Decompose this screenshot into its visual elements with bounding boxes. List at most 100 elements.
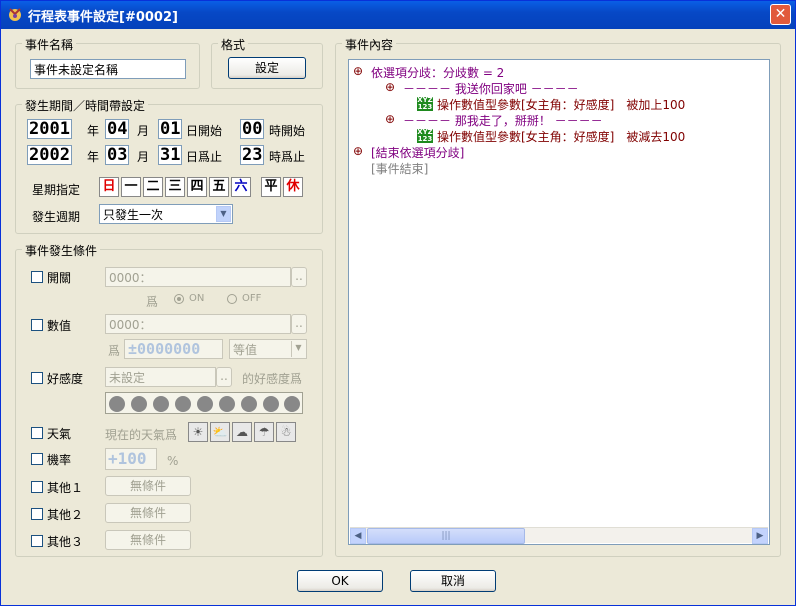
switch-on-label: ON (189, 293, 205, 304)
list-item[interactable]: 操作數值型參數[女主角：好感度] 被減去100 (437, 128, 685, 145)
affection-level-5-icon (197, 396, 213, 412)
app-icon (7, 6, 24, 23)
affection-level-8-icon (263, 396, 279, 412)
start-hour-field[interactable]: 00 (240, 119, 265, 139)
rain-umbrella-icon[interactable]: ☂ (254, 422, 274, 442)
start-hour-unit: 時開始 (269, 124, 306, 138)
probability-field[interactable]: +100 (105, 448, 157, 470)
switch-is-label: 爲 (146, 295, 159, 309)
switch-label: 開關 (47, 271, 72, 285)
format-group: 格式 設定 (211, 36, 323, 89)
start-month-unit: 月 (137, 124, 150, 138)
cycle-select[interactable]: 只發生一次 ▼ (99, 204, 233, 224)
chevron-down-icon[interactable]: ▼ (291, 341, 305, 357)
probability-checkbox[interactable] (31, 453, 43, 465)
weekday-thu[interactable]: 四 (187, 177, 207, 197)
weekday-sat[interactable]: 六 (231, 177, 251, 197)
snow-icon[interactable]: ☃ (276, 422, 296, 442)
list-item[interactable]: －－－－ 那我走了，掰掰！ －－－－ (403, 112, 603, 129)
other2-checkbox[interactable] (31, 508, 43, 520)
scroll-right-icon[interactable]: ▶ (752, 528, 768, 544)
horizontal-scrollbar[interactable]: ◀ ||| ▶ (350, 527, 768, 544)
format-settings-button[interactable]: 設定 (228, 57, 306, 79)
sunny-icon[interactable]: ☀ (188, 422, 208, 442)
other3-checkbox[interactable] (31, 535, 43, 547)
affection-browse-button[interactable]: .. (216, 367, 232, 387)
weekday-wed[interactable]: 三 (165, 177, 185, 197)
number-checkbox[interactable] (31, 319, 43, 331)
scroll-thumb[interactable]: ||| (367, 528, 525, 544)
ok-button[interactable]: OK (297, 570, 383, 592)
other3-button[interactable]: 無條件 (105, 530, 191, 550)
affection-level-1-icon (109, 396, 125, 412)
number-label: 數值 (47, 319, 72, 333)
list-item[interactable]: [事件結束] (371, 160, 428, 177)
end-year-field[interactable]: 2002 (27, 145, 72, 165)
weekday-fri[interactable]: 五 (209, 177, 229, 197)
cycle-select-value: 只發生一次 (103, 208, 164, 222)
conditions-group: 事件發生條件 開關 0000： .. 爲 ON OFF 數值 0000： .. … (15, 242, 323, 557)
switch-off-label: OFF (242, 293, 262, 304)
switch-on-radio[interactable] (174, 294, 184, 304)
weekday-mon[interactable]: 一 (121, 177, 141, 197)
chevron-down-icon[interactable]: ▼ (216, 206, 231, 222)
number-value-field[interactable]: 0000： (105, 314, 291, 334)
weekday-workday[interactable]: 平 (261, 177, 281, 197)
partly-cloudy-icon[interactable]: ⛅ (210, 422, 230, 442)
switch-browse-button[interactable]: .. (291, 267, 307, 287)
start-day-field[interactable]: 01 (158, 119, 183, 139)
affection-level-bar[interactable] (105, 392, 303, 414)
weekday-tue[interactable]: 二 (143, 177, 163, 197)
list-item[interactable]: [結束依選項分歧] (371, 144, 464, 161)
probability-label: 機率 (47, 453, 72, 467)
number-is-label: 爲 (108, 344, 121, 358)
end-month-unit: 月 (137, 150, 150, 164)
event-name-group: 事件名稱 事件未設定名稱 (15, 36, 200, 89)
switch-off-radio[interactable] (227, 294, 237, 304)
start-year-field[interactable]: 2001 (27, 119, 72, 139)
weekday-selector: 日 一 二 三 四 五 六 平 休 (99, 177, 319, 199)
cancel-button[interactable]: 取消 (410, 570, 496, 592)
other1-checkbox[interactable] (31, 481, 43, 493)
start-month-field[interactable]: 04 (105, 119, 130, 139)
probability-unit: % (167, 454, 179, 468)
branch-node-icon: ⊕ (385, 112, 396, 126)
affection-level-3-icon (153, 396, 169, 412)
other2-button[interactable]: 無條件 (105, 503, 191, 523)
cloudy-icon[interactable]: ☁ (232, 422, 252, 442)
list-item[interactable]: －－－－ 我送你回家吧 －－－－ (403, 80, 579, 97)
title-bar[interactable]: 行程表事件設定[#0002] ✕ (1, 1, 795, 29)
weekday-sun[interactable]: 日 (99, 177, 119, 197)
affection-level-2-icon (131, 396, 147, 412)
event-content-list[interactable]: ⊕ 依選項分歧：分歧數 = 2 ⊕ －－－－ 我送你回家吧 －－－－ XYZ 12… (348, 59, 770, 545)
other2-label: 其他２ (47, 508, 84, 522)
end-hour-field[interactable]: 23 (240, 145, 265, 165)
close-button[interactable]: ✕ (770, 4, 791, 25)
scroll-left-icon[interactable]: ◀ (350, 528, 366, 544)
other3-label: 其他３ (47, 535, 84, 549)
switch-checkbox[interactable] (31, 271, 43, 283)
other1-button[interactable]: 無條件 (105, 476, 191, 496)
affection-checkbox[interactable] (31, 372, 43, 384)
branch-node-icon: ⊕ (353, 64, 364, 78)
number-browse-button[interactable]: .. (291, 314, 307, 334)
event-name-legend: 事件名稱 (22, 36, 77, 53)
end-day-field[interactable]: 31 (158, 145, 183, 165)
list-item[interactable]: 操作數值型參數[女主角：好感度] 被加上100 (437, 96, 685, 113)
end-year-unit: 年 (87, 150, 100, 164)
weather-checkbox[interactable] (31, 427, 43, 439)
start-day-unit: 日開始 (186, 124, 223, 138)
event-settings-window: 行程表事件設定[#0002] ✕ 事件名稱 事件未設定名稱 格式 設定 發生期間… (0, 0, 796, 606)
content-legend: 事件內容 (342, 36, 397, 53)
weekday-holiday[interactable]: 休 (283, 177, 303, 197)
window-title: 行程表事件設定[#0002] (28, 10, 178, 25)
number-amount-field[interactable]: ±0000000 (124, 339, 223, 359)
affection-level-9-icon (284, 396, 300, 412)
affection-target-field[interactable]: 未設定 (105, 367, 216, 387)
weather-label: 天氣 (47, 427, 72, 441)
list-item[interactable]: 依選項分歧：分歧數 = 2 (371, 64, 504, 81)
number-compare-select[interactable]: 等值 ▼ (229, 339, 307, 359)
end-month-field[interactable]: 03 (105, 145, 130, 165)
event-name-input[interactable]: 事件未設定名稱 (30, 59, 186, 79)
switch-value-field[interactable]: 0000： (105, 267, 291, 287)
